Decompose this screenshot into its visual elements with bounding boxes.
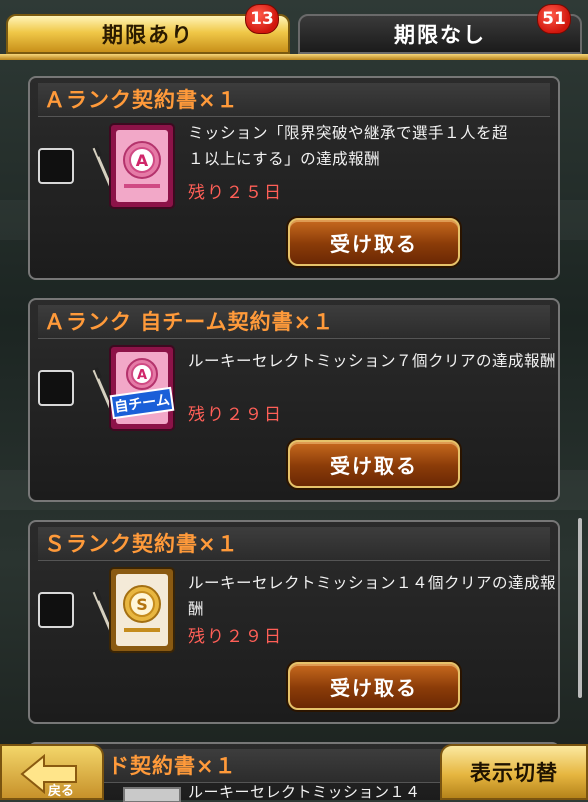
display-toggle-button[interactable]: 表示切替	[440, 744, 588, 800]
description-line: １以上にする」の達成報酬	[188, 150, 381, 168]
item-title: Ａランク 自チーム契約書×１	[38, 305, 550, 339]
tab-bar: 期限あり 13 期限なし 51	[0, 0, 588, 64]
back-button[interactable]: 戻る	[0, 744, 104, 800]
receive-button[interactable]: 受け取る	[288, 440, 460, 488]
tab-limited-label: 期限あり	[102, 23, 194, 47]
item-description: ルーキーセレクトミッション１４個クリアの達成報酬	[188, 570, 558, 622]
remaining-days: 残り２５日	[188, 183, 283, 203]
select-checkbox[interactable]	[38, 370, 74, 406]
item-title: Ａランク契約書×１	[38, 83, 550, 117]
svg-text:A: A	[136, 151, 149, 170]
select-checkbox[interactable]	[38, 148, 74, 184]
remaining-days: 残り２９日	[188, 627, 283, 647]
item-description: ミッション「限界突破や継承で選手１人を超 １以上にする」の達成報酬	[188, 120, 558, 172]
unlimited-count-badge: 51	[537, 4, 571, 34]
tab-underline	[0, 54, 588, 60]
s-rank-contract-icon: S	[92, 567, 175, 653]
receive-button[interactable]: 受け取る	[288, 662, 460, 710]
description-line: ルーキーセレクトミッション１４個クリアの達成報酬	[188, 574, 557, 618]
present-card: Ａランク契約書×１ A ミッション「限界突破や継承で選手１人を超 １以上にする」…	[28, 76, 560, 280]
tab-unlimited-label: 期限なし	[394, 23, 486, 47]
svg-text:S: S	[136, 595, 148, 614]
back-label: 戻る	[48, 784, 75, 799]
svg-text:A: A	[137, 368, 147, 383]
item-title: Ｓランク契約書×１	[38, 527, 550, 561]
present-card: Ａランク 自チーム契約書×１ A 自チーム ルーキーセレクトミッション７個クリア…	[28, 298, 560, 502]
present-card: Ｓランク契約書×１ S ルーキーセレクトミッション１４個クリアの達成報酬 残り２…	[28, 520, 560, 724]
receive-button[interactable]: 受け取る	[288, 218, 460, 266]
display-toggle-label: 表示切替	[470, 761, 558, 785]
a-rank-own-team-contract-icon: A 自チーム	[92, 345, 175, 431]
description-line: ミッション「限界突破や継承で選手１人を超	[188, 124, 509, 142]
a-rank-contract-icon: A	[92, 123, 175, 209]
remaining-days: 残り２９日	[188, 405, 283, 425]
description-line: ルーキーセレクトミッション７個クリアの達成報酬	[188, 352, 557, 370]
scrollbar[interactable]	[578, 518, 582, 698]
limited-count-badge: 13	[245, 4, 279, 34]
select-checkbox[interactable]	[38, 592, 74, 628]
item-description: ルーキーセレクトミッション７個クリアの達成報酬	[188, 348, 558, 374]
